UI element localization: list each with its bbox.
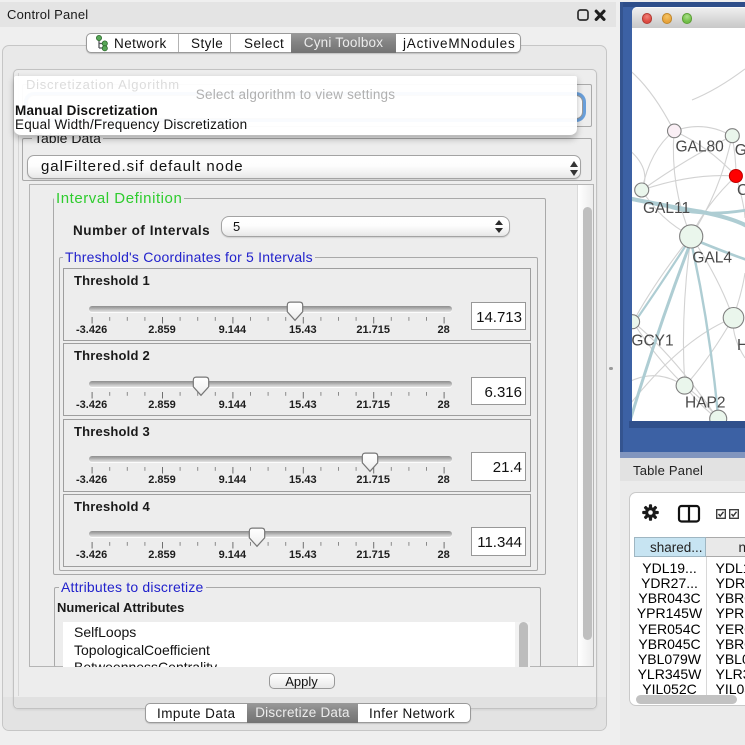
svg-text:GAL11: GAL11 — [643, 200, 690, 217]
svg-text:GA: GA — [735, 142, 745, 159]
svg-text:H: H — [737, 337, 745, 354]
svg-text:C: C — [737, 182, 745, 199]
svg-text:HAP2: HAP2 — [685, 394, 726, 411]
svg-text:GAL4: GAL4 — [692, 250, 732, 267]
svg-text:GCY1: GCY1 — [632, 333, 674, 350]
svg-text:GAL80: GAL80 — [676, 138, 725, 155]
